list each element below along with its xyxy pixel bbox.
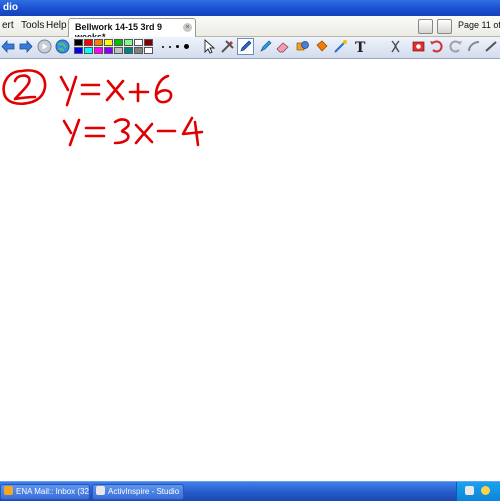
back-icon[interactable] [1,39,16,54]
numeral-2 [13,74,37,101]
pen-tool-button[interactable] [237,38,254,55]
email-app-icon [4,486,13,495]
connector-icon[interactable] [333,39,348,54]
globe-icon[interactable] [55,39,70,54]
svg-text:T: T [355,40,366,54]
document-tab[interactable]: Bellwork 14-15 3rd 9 weeks* × [68,18,196,42]
color-palette[interactable] [74,39,156,56]
eraser-icon[interactable] [275,39,290,54]
pen-width-2[interactable] [169,46,171,48]
palette-swatch[interactable] [94,47,103,54]
palette-swatch[interactable] [94,39,103,46]
menu-help[interactable]: Help [46,20,67,31]
taskbar-activinspire-button[interactable]: ActivInspire - Studio [92,484,184,500]
line1-y [59,75,78,107]
play-icon[interactable] [37,39,52,54]
taskbar-activinspire-label: ActivInspire - Studio [108,487,180,496]
palette-swatch[interactable] [84,39,93,46]
shape-icon[interactable] [295,39,310,54]
pen-width-selector[interactable] [160,41,194,53]
more-tools-icon[interactable] [484,39,499,54]
pen-width-4[interactable] [184,44,189,49]
forward-icon[interactable] [18,39,33,54]
network-icon[interactable] [465,486,474,495]
tools-icon[interactable] [220,39,235,54]
settings-icon[interactable] [437,19,452,34]
fill-icon[interactable] [314,39,329,54]
line1-six [154,74,173,104]
palette-swatch[interactable] [114,47,123,54]
palette-swatch[interactable] [144,47,153,54]
redo-icon[interactable] [448,39,463,54]
palette-swatch[interactable] [104,47,113,54]
line1-plus [128,82,150,103]
close-tab-icon[interactable]: × [183,23,192,32]
palette-swatch[interactable] [114,39,123,46]
line2-four [181,116,204,147]
highlighter-icon[interactable] [258,39,273,54]
undo-icon[interactable] [429,39,444,54]
line1-x [105,79,125,102]
palette-swatch[interactable] [124,39,133,46]
text-icon[interactable]: T [353,39,368,54]
menu-tools[interactable]: Tools [21,20,44,31]
magic-ink-icon[interactable] [388,39,403,54]
flipchart-canvas[interactable] [0,59,500,481]
pen-icon [240,40,252,52]
reset-icon[interactable] [466,39,481,54]
line2-y [62,118,81,147]
select-icon[interactable] [202,39,217,54]
system-tray [456,482,500,501]
line2-equals [84,126,106,138]
main-toolbar: T [0,37,500,59]
handwriting-layer [2,69,204,147]
line2-x [134,122,154,145]
palette-swatch[interactable] [134,39,143,46]
page-browser-icon[interactable] [418,19,433,34]
line2-three [113,118,130,145]
palette-swatch[interactable] [74,39,83,46]
palette-swatch[interactable] [144,39,153,46]
menu-bar: ert Tools Help Bellwork 14-15 3rd 9 week… [0,16,500,42]
window-title: dio [3,2,18,13]
windows-taskbar: ENA Mail:: Inbox (32... ActivInspire - S… [0,481,500,501]
volume-icon[interactable] [481,486,490,495]
menu-insert[interactable]: ert [2,20,14,31]
taskbar-email-button[interactable]: ENA Mail:: Inbox (32... [0,484,90,500]
line1-equals [80,83,101,96]
palette-swatch[interactable] [84,47,93,54]
page-indicator: Page 11 of 1 [458,20,500,30]
taskbar-email-label: ENA Mail:: Inbox (32... [16,487,90,496]
palette-swatch[interactable] [124,47,133,54]
pen-width-3[interactable] [176,45,179,48]
activinspire-app-icon [96,486,105,495]
pen-width-1[interactable] [162,46,164,48]
palette-swatch[interactable] [74,47,83,54]
palette-swatch[interactable] [104,39,113,46]
palette-swatch[interactable] [134,47,143,54]
window-title-bar[interactable]: dio [0,0,500,16]
revealer-icon[interactable] [411,39,426,54]
